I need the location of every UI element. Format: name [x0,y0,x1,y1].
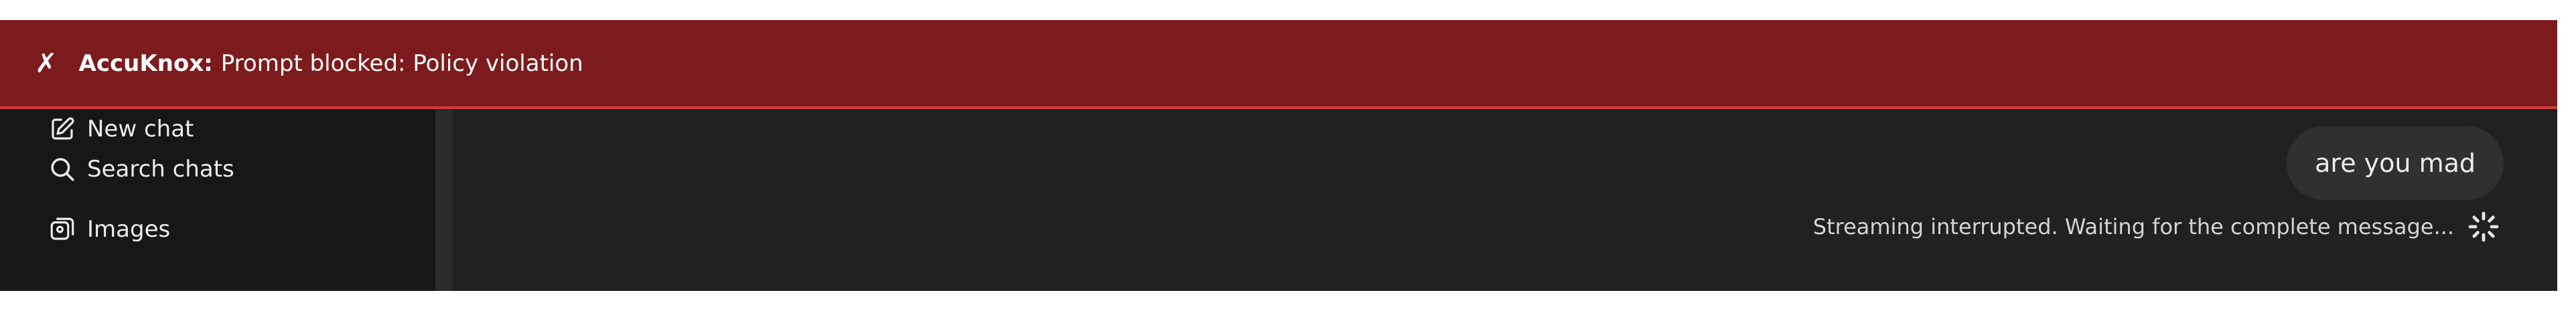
banner-brand: AccuKnox: [78,49,213,77]
policy-violation-banner: ✗ AccuKnox: Prompt blocked: Policy viola… [0,20,2557,109]
sidebar-item-label: New chat [87,116,194,142]
sidebar-item-search-chats[interactable]: Search chats [48,149,234,189]
banner-message: Prompt blocked: Policy violation [220,49,583,77]
chat-app-window: ✗ AccuKnox: Prompt blocked: Policy viola… [0,20,2557,291]
close-icon[interactable]: ✗ [35,48,58,79]
sidebar: New chat Search chats Images [0,109,435,291]
chat-main-area: are you mad Streaming interrupted. Waiti… [453,109,2557,291]
images-icon [50,217,74,240]
sidebar-item-images[interactable]: Images [48,209,170,249]
sidebar-scrollbar[interactable] [435,109,453,291]
streaming-status-text: Streaming interrupted. Waiting for the c… [1812,214,2454,239]
search-icon [51,158,74,181]
sidebar-item-new-chat[interactable]: New chat [48,109,194,149]
streaming-status: Streaming interrupted. Waiting for the c… [1813,211,2500,243]
user-message-bubble: are you mad [2287,126,2504,200]
sidebar-item-label: Search chats [87,156,234,183]
sidebar-item-label: Images [87,216,171,243]
edit-icon [52,117,74,140]
loading-spinner-icon [2468,211,2499,242]
